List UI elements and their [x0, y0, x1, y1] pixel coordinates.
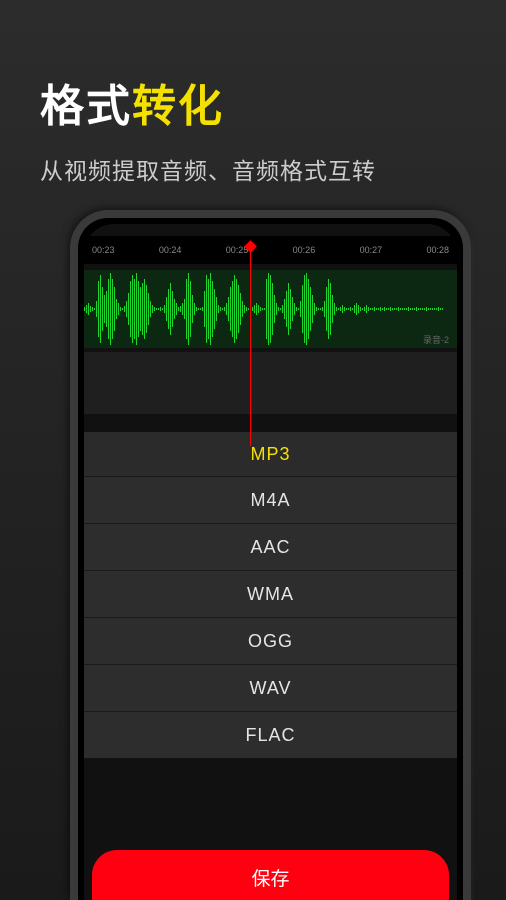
format-option-aac[interactable]: AAC: [84, 523, 457, 570]
format-label: M4A: [250, 490, 290, 511]
format-list: MP3 M4A AAC WMA OGG WAV FLAC: [84, 432, 457, 758]
time-label: 00:27: [360, 245, 383, 255]
page-subtitle: 从视频提取音频、音频格式互转: [40, 152, 466, 186]
format-label: WMA: [247, 584, 294, 605]
timeline-ruler[interactable]: 00:23 00:24 00:25 00:26 00:27 00:28: [84, 236, 457, 264]
header: 格式转化 从视频提取音频、音频格式互转: [0, 0, 506, 206]
empty-track[interactable]: [84, 352, 457, 414]
time-label: 00:24: [159, 245, 182, 255]
format-option-wma[interactable]: WMA: [84, 570, 457, 617]
page-title: 格式转化: [40, 70, 466, 134]
playhead-marker[interactable]: [250, 246, 251, 446]
save-button-label: 保存: [251, 864, 289, 891]
format-option-wav[interactable]: WAV: [84, 664, 457, 711]
format-option-ogg[interactable]: OGG: [84, 617, 457, 664]
phone-frame: 00:23 00:24 00:25 00:26 00:27 00:28 录音-2…: [70, 210, 471, 900]
title-part1: 格式: [40, 82, 132, 131]
title-part2: 转化: [132, 82, 224, 131]
format-label: OGG: [248, 631, 293, 652]
track-label: 录音-2: [423, 333, 449, 346]
format-label: MP3: [250, 444, 290, 465]
waveform-icon: [84, 270, 457, 348]
format-label: WAV: [250, 678, 292, 699]
format-option-m4a[interactable]: M4A: [84, 476, 457, 523]
format-option-flac[interactable]: FLAC: [84, 711, 457, 758]
format-label: FLAC: [245, 725, 295, 746]
phone-screen: 00:23 00:24 00:25 00:26 00:27 00:28 录音-2…: [84, 224, 457, 900]
time-label: 00:23: [92, 245, 115, 255]
save-button[interactable]: 保存: [92, 850, 449, 900]
format-label: AAC: [250, 537, 290, 558]
format-option-mp3[interactable]: MP3: [84, 432, 457, 476]
waveform-track[interactable]: 录音-2: [84, 270, 457, 348]
time-label: 00:28: [426, 245, 449, 255]
time-label: 00:26: [293, 245, 316, 255]
